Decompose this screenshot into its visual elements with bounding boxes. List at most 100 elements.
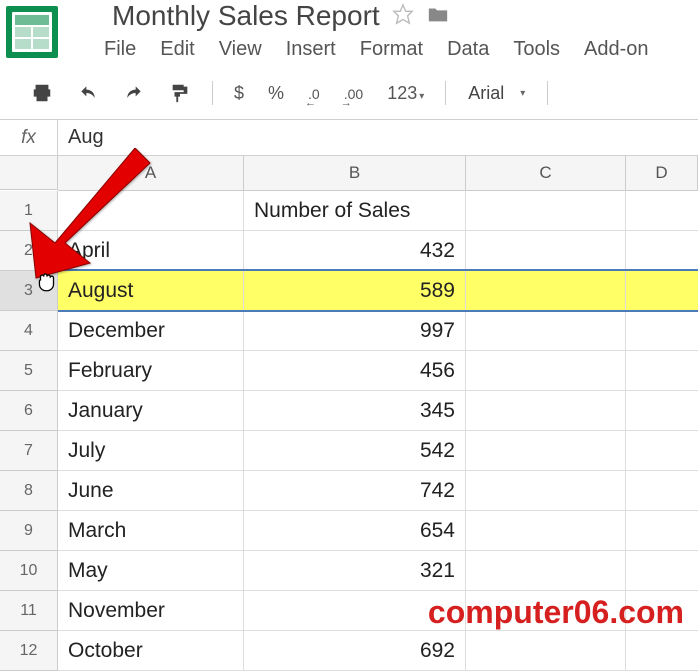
menu-tools[interactable]: Tools: [513, 38, 560, 61]
cell[interactable]: [626, 311, 698, 350]
cell[interactable]: [626, 631, 698, 670]
row-header[interactable]: 6: [0, 391, 57, 431]
cell[interactable]: [626, 191, 698, 230]
sheets-logo: [6, 6, 58, 58]
menu-data[interactable]: Data: [447, 38, 489, 61]
cell[interactable]: August: [58, 271, 244, 310]
menu-view[interactable]: View: [219, 38, 262, 61]
menu-bar: File Edit View Insert Format Data Tools …: [0, 34, 698, 61]
table-row: April432: [58, 231, 698, 271]
cell[interactable]: [626, 351, 698, 390]
row-header[interactable]: 8: [0, 471, 57, 511]
more-formats[interactable]: 123▾: [384, 83, 427, 104]
cell[interactable]: July: [58, 431, 244, 470]
cell[interactable]: [466, 471, 626, 510]
cell[interactable]: January: [58, 391, 244, 430]
cell[interactable]: [626, 471, 698, 510]
cell[interactable]: April: [58, 231, 244, 270]
cell[interactable]: [626, 271, 698, 310]
cell[interactable]: 345: [244, 391, 466, 430]
row-header[interactable]: 2: [0, 231, 57, 271]
cell[interactable]: 432: [244, 231, 466, 270]
table-row: August589: [58, 271, 698, 311]
column-header-b[interactable]: B: [244, 156, 466, 190]
column-header-a[interactable]: A: [58, 156, 244, 190]
cell[interactable]: March: [58, 511, 244, 550]
cell[interactable]: [626, 231, 698, 270]
table-row: October692: [58, 631, 698, 671]
select-all-corner[interactable]: [0, 156, 58, 190]
table-row: Number of Sales: [58, 191, 698, 231]
column-header-c[interactable]: C: [466, 156, 626, 190]
undo-icon[interactable]: [74, 81, 102, 105]
table-row: January345: [58, 391, 698, 431]
table-row: February456: [58, 351, 698, 391]
cell[interactable]: [466, 231, 626, 270]
row-header[interactable]: 5: [0, 351, 57, 391]
cell[interactable]: October: [58, 631, 244, 670]
row-header[interactable]: 1: [0, 191, 57, 231]
row-header[interactable]: 12: [0, 631, 57, 671]
formula-bar: fx Aug: [0, 120, 698, 156]
cell[interactable]: [466, 311, 626, 350]
cell[interactable]: 589: [244, 271, 466, 310]
cell[interactable]: [626, 431, 698, 470]
table-row: July542: [58, 431, 698, 471]
font-selector[interactable]: Arial▾: [464, 83, 529, 104]
cell[interactable]: [466, 431, 626, 470]
cell[interactable]: [466, 551, 626, 590]
cell[interactable]: June: [58, 471, 244, 510]
menu-edit[interactable]: Edit: [160, 38, 194, 61]
formula-input[interactable]: Aug: [58, 126, 698, 149]
decrease-decimal[interactable]: .0←: [305, 83, 323, 104]
row-header[interactable]: 7: [0, 431, 57, 471]
increase-decimal[interactable]: .00→: [341, 83, 366, 104]
cell[interactable]: [466, 631, 626, 670]
table-row: December997: [58, 311, 698, 351]
cell[interactable]: [626, 391, 698, 430]
row-header[interactable]: 10: [0, 551, 57, 591]
table-row: May321: [58, 551, 698, 591]
cell[interactable]: February: [58, 351, 244, 390]
menu-file[interactable]: File: [104, 38, 136, 61]
watermark: computer06.com: [428, 594, 684, 631]
cell[interactable]: 692: [244, 631, 466, 670]
fx-label: fx: [0, 120, 58, 155]
row-header[interactable]: 9: [0, 511, 57, 551]
redo-icon[interactable]: [120, 81, 148, 105]
cell[interactable]: November: [58, 591, 244, 630]
table-row: June742: [58, 471, 698, 511]
star-icon[interactable]: [392, 3, 414, 30]
row-header[interactable]: 4: [0, 311, 57, 351]
format-currency[interactable]: $: [231, 83, 247, 104]
cell[interactable]: 654: [244, 511, 466, 550]
menu-format[interactable]: Format: [360, 38, 423, 61]
cell[interactable]: [626, 551, 698, 590]
document-title[interactable]: Monthly Sales Report: [112, 0, 380, 32]
cell[interactable]: 456: [244, 351, 466, 390]
row-header[interactable]: 3: [0, 271, 57, 311]
cell[interactable]: [466, 391, 626, 430]
print-icon[interactable]: [28, 81, 56, 105]
cell[interactable]: [466, 351, 626, 390]
cell[interactable]: December: [58, 311, 244, 350]
cell[interactable]: [466, 511, 626, 550]
cell[interactable]: 321: [244, 551, 466, 590]
format-percent[interactable]: %: [265, 83, 287, 104]
cell[interactable]: May: [58, 551, 244, 590]
row-header[interactable]: 11: [0, 591, 57, 631]
cell[interactable]: 542: [244, 431, 466, 470]
menu-addons[interactable]: Add-on: [584, 38, 649, 61]
cell[interactable]: Number of Sales: [244, 191, 466, 230]
column-header-d[interactable]: D: [626, 156, 698, 190]
table-row: March654: [58, 511, 698, 551]
cell[interactable]: [466, 271, 626, 310]
folder-icon[interactable]: [426, 3, 450, 30]
cell[interactable]: 997: [244, 311, 466, 350]
cell[interactable]: [58, 191, 244, 230]
cell[interactable]: 742: [244, 471, 466, 510]
cell[interactable]: [466, 191, 626, 230]
menu-insert[interactable]: Insert: [286, 38, 336, 61]
cell[interactable]: [626, 511, 698, 550]
paint-format-icon[interactable]: [166, 81, 194, 105]
